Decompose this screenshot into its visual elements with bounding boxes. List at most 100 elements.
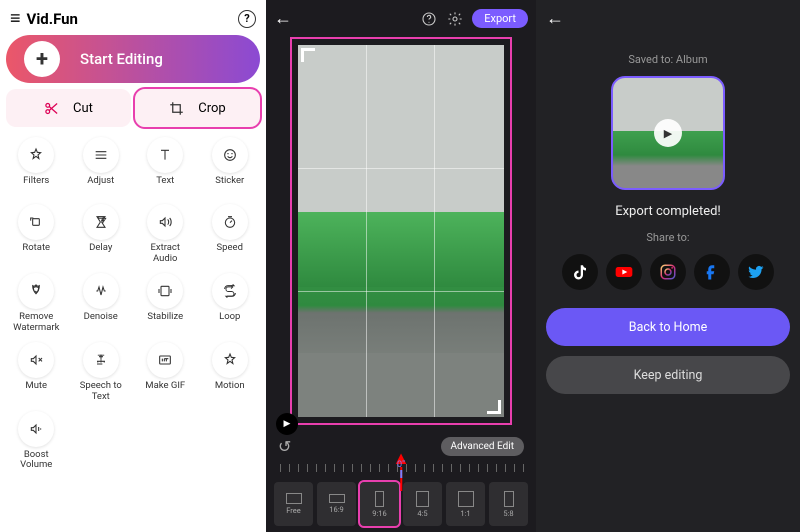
- tool-rotate[interactable]: Rotate: [6, 204, 67, 265]
- back-icon[interactable]: ←: [546, 8, 564, 29]
- scissors-icon: [44, 101, 59, 116]
- remove-watermark-icon: [18, 273, 54, 309]
- tool-denoise[interactable]: Denoise: [71, 273, 132, 334]
- settings-icon[interactable]: [446, 10, 464, 28]
- tool-remove-watermark[interactable]: RemoveWatermark: [6, 273, 67, 334]
- sticker-icon: [212, 137, 248, 173]
- motion-icon: [212, 342, 248, 378]
- aspect-ratio-4-5[interactable]: 4:5: [403, 482, 442, 526]
- back-icon[interactable]: ←: [274, 8, 292, 29]
- ratio-label: 1:1: [460, 509, 470, 518]
- ratio-label: Free: [286, 506, 300, 515]
- saved-to-label: Saved to: Album: [628, 53, 707, 66]
- start-editing-label: Start Editing: [80, 50, 163, 68]
- make-gif-icon: [147, 342, 183, 378]
- aspect-ratio-5-8[interactable]: 5:8: [489, 482, 528, 526]
- delay-icon: [83, 204, 119, 240]
- start-editing-button[interactable]: + Start Editing: [6, 35, 260, 83]
- ratio-label: 5:8: [503, 509, 513, 518]
- tool-boost-volume[interactable]: BoostVolume: [6, 411, 67, 472]
- ratio-label: 16:9: [329, 505, 343, 514]
- ratio-label: 4:5: [417, 509, 427, 518]
- aspect-ratio-16-9[interactable]: 16:9: [317, 482, 356, 526]
- tool-filters[interactable]: Filters: [6, 137, 67, 196]
- tool-label: Speed: [217, 243, 243, 263]
- share-instagram-button[interactable]: [650, 254, 686, 290]
- crop-icon: [169, 101, 184, 116]
- tool-label: Mute: [25, 381, 47, 401]
- tool-label: Motion: [215, 381, 245, 401]
- aspect-ratio-1-1[interactable]: 1:1: [446, 482, 485, 526]
- tool-mute[interactable]: Mute: [6, 342, 67, 403]
- tool-label: Make GIF: [145, 381, 185, 401]
- tool-label: Denoise: [84, 312, 118, 332]
- help-icon[interactable]: ?: [238, 10, 256, 28]
- app-title: Vid.Fun: [27, 10, 78, 28]
- stabilize-icon: [147, 273, 183, 309]
- ratio-box-icon: [416, 491, 429, 507]
- ratio-label: 9:16: [372, 509, 386, 518]
- play-icon: ▶: [654, 119, 682, 147]
- ratio-box-icon: [329, 494, 345, 503]
- extract-audio-icon: [147, 204, 183, 240]
- video-preview[interactable]: ▶ ▲: [270, 37, 532, 433]
- export-button[interactable]: Export: [472, 9, 528, 28]
- denoise-icon: [83, 273, 119, 309]
- ratio-box-icon: [504, 491, 514, 507]
- tool-label: RemoveWatermark: [13, 312, 59, 334]
- rotate-icon: [18, 204, 54, 240]
- share-facebook-button[interactable]: [694, 254, 730, 290]
- tool-label: Sticker: [215, 176, 244, 196]
- tool-extract-audio[interactable]: ExtractAudio: [135, 204, 196, 265]
- tool-loop[interactable]: Loop: [200, 273, 261, 334]
- ratio-box-icon: [458, 491, 474, 507]
- loop-icon: [212, 273, 248, 309]
- ratio-box-icon: [375, 491, 384, 507]
- play-button[interactable]: ▶: [276, 413, 298, 435]
- boost-volume-icon: [18, 411, 54, 447]
- share-to-label: Share to:: [646, 231, 689, 244]
- tool-label: Loop: [219, 312, 240, 332]
- crop-button[interactable]: Crop: [135, 89, 260, 127]
- filters-icon: [18, 137, 54, 173]
- tool-delay[interactable]: Delay: [71, 204, 132, 265]
- export-result-panel: ← Saved to: Album ▶ Export completed! Sh…: [536, 0, 800, 532]
- keep-editing-button[interactable]: Keep editing: [546, 356, 790, 394]
- speech-to-text-icon: [83, 342, 119, 378]
- ratio-box-icon: [286, 493, 302, 504]
- exported-video-thumbnail[interactable]: ▶: [611, 76, 725, 190]
- tool-motion[interactable]: Motion: [200, 342, 261, 403]
- tool-label: Rotate: [22, 243, 50, 263]
- share-twitter-button[interactable]: [738, 254, 774, 290]
- cut-label: Cut: [73, 101, 93, 116]
- crop-label: Crop: [198, 101, 225, 116]
- tools-panel: ≡ Vid.Fun ? + Start Editing Cut Crop Fil…: [0, 0, 266, 532]
- tool-label: Stabilize: [147, 312, 183, 332]
- tool-speed[interactable]: Speed: [200, 204, 261, 265]
- advanced-edit-button[interactable]: Advanced Edit: [441, 437, 525, 456]
- menu-icon[interactable]: ≡: [10, 8, 21, 29]
- tool-speech-to-text[interactable]: Speech toText: [71, 342, 132, 403]
- adjust-icon: [83, 137, 119, 173]
- cut-button[interactable]: Cut: [6, 89, 131, 127]
- timeline-ruler[interactable]: 0": [274, 460, 528, 478]
- aspect-ratio-free[interactable]: Free: [274, 482, 313, 526]
- timeline-position: 0": [397, 460, 405, 470]
- plus-icon: +: [24, 41, 60, 77]
- aspect-ratio-9-16[interactable]: 9:16: [360, 482, 399, 526]
- undo-icon[interactable]: ↺: [278, 437, 291, 456]
- tool-text[interactable]: Text: [135, 137, 196, 196]
- back-to-home-button[interactable]: Back to Home: [546, 308, 790, 346]
- help-icon[interactable]: [420, 10, 438, 28]
- speed-icon: [212, 204, 248, 240]
- share-tiktok-button[interactable]: [562, 254, 598, 290]
- tool-make-gif[interactable]: Make GIF: [135, 342, 196, 403]
- tool-label: Filters: [23, 176, 49, 196]
- tool-label: BoostVolume: [20, 450, 52, 472]
- share-youtube-button[interactable]: [606, 254, 642, 290]
- tool-label: Speech toText: [80, 381, 122, 403]
- tool-sticker[interactable]: Sticker: [200, 137, 261, 196]
- tool-stabilize[interactable]: Stabilize: [135, 273, 196, 334]
- tool-adjust[interactable]: Adjust: [71, 137, 132, 196]
- tool-label: ExtractAudio: [150, 243, 180, 265]
